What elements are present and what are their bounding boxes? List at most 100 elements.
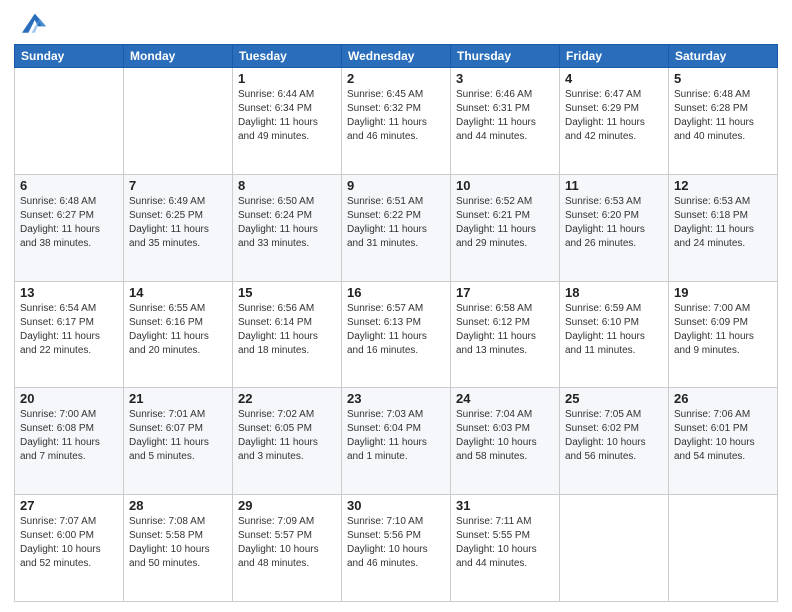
day-info: Sunrise: 6:53 AM Sunset: 6:18 PM Dayligh… xyxy=(674,195,772,251)
calendar-cell xyxy=(669,495,778,602)
calendar-cell: 11 Sunrise: 6:53 AM Sunset: 6:20 PM Dayli… xyxy=(560,174,669,281)
day-info: Sunrise: 6:48 AM Sunset: 6:28 PM Dayligh… xyxy=(674,88,772,144)
calendar-cell: 14 Sunrise: 6:55 AM Sunset: 6:16 PM Dayli… xyxy=(124,281,233,388)
calendar-cell: 4 Sunrise: 6:47 AM Sunset: 6:29 PM Daylig… xyxy=(560,68,669,175)
week-row-2: 6 Sunrise: 6:48 AM Sunset: 6:27 PM Daylig… xyxy=(15,174,778,281)
day-number: 21 xyxy=(129,391,227,406)
day-info: Sunrise: 6:44 AM Sunset: 6:34 PM Dayligh… xyxy=(238,88,336,144)
day-number: 9 xyxy=(347,178,445,193)
day-info: Sunrise: 6:47 AM Sunset: 6:29 PM Dayligh… xyxy=(565,88,663,144)
calendar-cell: 5Sunrise: 6:48 AM Sunset: 6:28 PM Daylig… xyxy=(669,68,778,175)
day-number: 6 xyxy=(20,178,118,193)
day-number: 19 xyxy=(674,285,772,300)
calendar-cell: 12 Sunrise: 6:53 AM Sunset: 6:18 PM Dayli… xyxy=(669,174,778,281)
calendar-cell: 16 Sunrise: 6:57 AM Sunset: 6:13 PM Dayli… xyxy=(342,281,451,388)
calendar-cell: 20Sunrise: 7:00 AM Sunset: 6:08 PM Dayli… xyxy=(15,388,124,495)
day-number: 14 xyxy=(129,285,227,300)
day-info: Sunrise: 6:51 AM Sunset: 6:22 PM Dayligh… xyxy=(347,195,445,251)
logo-icon xyxy=(14,10,46,38)
day-number: 24 xyxy=(456,391,554,406)
day-info: Sunrise: 6:49 AM Sunset: 6:25 PM Dayligh… xyxy=(129,195,227,251)
day-number: 11 xyxy=(565,178,663,193)
day-info: Sunrise: 7:08 AM Sunset: 5:58 PM Dayligh… xyxy=(129,515,227,571)
weekday-header-thursday: Thursday xyxy=(451,45,560,68)
day-info: Sunrise: 7:01 AM Sunset: 6:07 PM Dayligh… xyxy=(129,408,227,464)
day-number: 7 xyxy=(129,178,227,193)
day-info: Sunrise: 6:56 AM Sunset: 6:14 PM Dayligh… xyxy=(238,302,336,358)
day-number: 25 xyxy=(565,391,663,406)
calendar-cell xyxy=(560,495,669,602)
day-number: 4 xyxy=(565,71,663,86)
day-info: Sunrise: 6:58 AM Sunset: 6:12 PM Dayligh… xyxy=(456,302,554,358)
day-info: Sunrise: 7:02 AM Sunset: 6:05 PM Dayligh… xyxy=(238,408,336,464)
day-number: 18 xyxy=(565,285,663,300)
day-info: Sunrise: 7:05 AM Sunset: 6:02 PM Dayligh… xyxy=(565,408,663,464)
day-info: Sunrise: 6:48 AM Sunset: 6:27 PM Dayligh… xyxy=(20,195,118,251)
calendar-cell: 7 Sunrise: 6:49 AM Sunset: 6:25 PM Daylig… xyxy=(124,174,233,281)
calendar-cell: 8 Sunrise: 6:50 AM Sunset: 6:24 PM Daylig… xyxy=(233,174,342,281)
day-info: Sunrise: 6:53 AM Sunset: 6:20 PM Dayligh… xyxy=(565,195,663,251)
day-number: 28 xyxy=(129,498,227,513)
day-info: Sunrise: 6:54 AM Sunset: 6:17 PM Dayligh… xyxy=(20,302,118,358)
week-row-1: 1 Sunrise: 6:44 AM Sunset: 6:34 PM Daylig… xyxy=(15,68,778,175)
day-number: 13 xyxy=(20,285,118,300)
calendar-cell: 2 Sunrise: 6:45 AM Sunset: 6:32 PM Daylig… xyxy=(342,68,451,175)
day-info: Sunrise: 6:52 AM Sunset: 6:21 PM Dayligh… xyxy=(456,195,554,251)
weekday-header-wednesday: Wednesday xyxy=(342,45,451,68)
day-number: 22 xyxy=(238,391,336,406)
calendar-cell: 15 Sunrise: 6:56 AM Sunset: 6:14 PM Dayli… xyxy=(233,281,342,388)
day-info: Sunrise: 6:45 AM Sunset: 6:32 PM Dayligh… xyxy=(347,88,445,144)
calendar-cell: 6 Sunrise: 6:48 AM Sunset: 6:27 PM Daylig… xyxy=(15,174,124,281)
day-info: Sunrise: 7:00 AM Sunset: 6:09 PM Dayligh… xyxy=(674,302,772,358)
day-number: 3 xyxy=(456,71,554,86)
day-info: Sunrise: 7:03 AM Sunset: 6:04 PM Dayligh… xyxy=(347,408,445,464)
day-number: 1 xyxy=(238,71,336,86)
day-number: 15 xyxy=(238,285,336,300)
week-row-5: 27 Sunrise: 7:07 AM Sunset: 6:00 PM Dayli… xyxy=(15,495,778,602)
calendar-cell: 22 Sunrise: 7:02 AM Sunset: 6:05 PM Dayli… xyxy=(233,388,342,495)
day-info: Sunrise: 7:06 AM Sunset: 6:01 PM Dayligh… xyxy=(674,408,772,464)
day-number: 27 xyxy=(20,498,118,513)
day-number: 23 xyxy=(347,391,445,406)
day-info: Sunrise: 6:55 AM Sunset: 6:16 PM Dayligh… xyxy=(129,302,227,358)
day-info: Sunrise: 7:07 AM Sunset: 6:00 PM Dayligh… xyxy=(20,515,118,571)
day-number: 30 xyxy=(347,498,445,513)
week-row-3: 13 Sunrise: 6:54 AM Sunset: 6:17 PM Dayli… xyxy=(15,281,778,388)
calendar-cell xyxy=(124,68,233,175)
calendar-cell xyxy=(15,68,124,175)
logo xyxy=(14,10,50,38)
day-number: 29 xyxy=(238,498,336,513)
calendar-cell: 31Sunrise: 7:11 AM Sunset: 5:55 PM Dayli… xyxy=(451,495,560,602)
day-info: Sunrise: 7:11 AM Sunset: 5:55 PM Dayligh… xyxy=(456,515,554,571)
day-number: 20 xyxy=(20,391,118,406)
week-row-4: 20Sunrise: 7:00 AM Sunset: 6:08 PM Dayli… xyxy=(15,388,778,495)
calendar-cell: 19 Sunrise: 7:00 AM Sunset: 6:09 PM Dayli… xyxy=(669,281,778,388)
calendar-cell: 18Sunrise: 6:59 AM Sunset: 6:10 PM Dayli… xyxy=(560,281,669,388)
weekday-header-tuesday: Tuesday xyxy=(233,45,342,68)
day-number: 2 xyxy=(347,71,445,86)
day-info: Sunrise: 7:09 AM Sunset: 5:57 PM Dayligh… xyxy=(238,515,336,571)
day-number: 12 xyxy=(674,178,772,193)
day-number: 26 xyxy=(674,391,772,406)
calendar-cell: 3 Sunrise: 6:46 AM Sunset: 6:31 PM Daylig… xyxy=(451,68,560,175)
day-number: 10 xyxy=(456,178,554,193)
day-info: Sunrise: 7:10 AM Sunset: 5:56 PM Dayligh… xyxy=(347,515,445,571)
weekday-header-friday: Friday xyxy=(560,45,669,68)
weekday-header-sunday: Sunday xyxy=(15,45,124,68)
calendar: SundayMondayTuesdayWednesdayThursdayFrid… xyxy=(14,44,778,602)
day-number: 8 xyxy=(238,178,336,193)
weekday-header-saturday: Saturday xyxy=(669,45,778,68)
weekday-header-row: SundayMondayTuesdayWednesdayThursdayFrid… xyxy=(15,45,778,68)
calendar-cell: 27 Sunrise: 7:07 AM Sunset: 6:00 PM Dayli… xyxy=(15,495,124,602)
day-info: Sunrise: 6:46 AM Sunset: 6:31 PM Dayligh… xyxy=(456,88,554,144)
calendar-cell: 28 Sunrise: 7:08 AM Sunset: 5:58 PM Dayli… xyxy=(124,495,233,602)
day-info: Sunrise: 6:57 AM Sunset: 6:13 PM Dayligh… xyxy=(347,302,445,358)
calendar-cell: 29 Sunrise: 7:09 AM Sunset: 5:57 PM Dayli… xyxy=(233,495,342,602)
weekday-header-monday: Monday xyxy=(124,45,233,68)
day-number: 16 xyxy=(347,285,445,300)
day-info: Sunrise: 6:50 AM Sunset: 6:24 PM Dayligh… xyxy=(238,195,336,251)
calendar-cell: 26 Sunrise: 7:06 AM Sunset: 6:01 PM Dayli… xyxy=(669,388,778,495)
calendar-cell: 17 Sunrise: 6:58 AM Sunset: 6:12 PM Dayli… xyxy=(451,281,560,388)
day-number: 17 xyxy=(456,285,554,300)
day-info: Sunrise: 7:04 AM Sunset: 6:03 PM Dayligh… xyxy=(456,408,554,464)
